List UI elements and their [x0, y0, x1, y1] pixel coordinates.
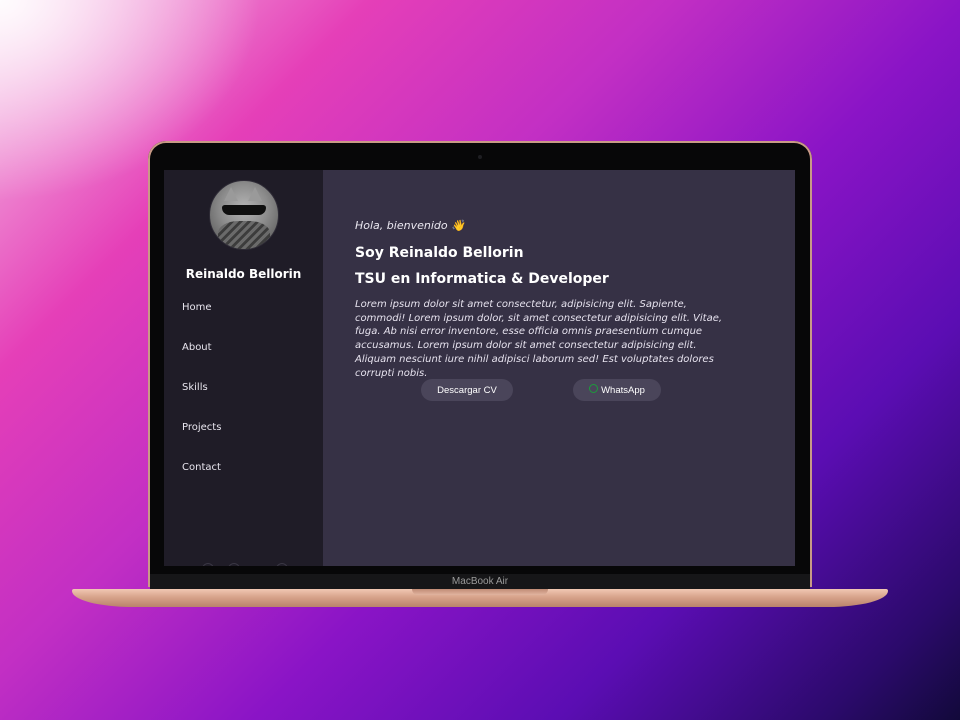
whatsapp-label: WhatsApp [601, 384, 645, 396]
nav-about[interactable]: About [182, 342, 221, 382]
main-content: Hola, bienvenido 👋 Soy Reinaldo Bellorin… [323, 170, 795, 566]
nav-projects[interactable]: Projects [182, 422, 221, 462]
avatar-ear-right [248, 187, 262, 201]
whatsapp-button[interactable]: WhatsApp [573, 379, 661, 401]
avatar [209, 180, 279, 250]
webcam [478, 155, 482, 159]
laptop-screen: Reinaldo Bellorin Home About Skills Proj… [164, 170, 795, 566]
avatar-body [218, 221, 270, 249]
greeting-text: Hola, bienvenido 👋 [355, 219, 465, 232]
social-icon-3[interactable] [276, 563, 288, 566]
sidebar-nav: Home About Skills Projects Contact [182, 302, 221, 502]
download-cv-button[interactable]: Descargar CV [421, 379, 513, 401]
social-icon-1[interactable] [202, 563, 214, 566]
nav-contact[interactable]: Contact [182, 462, 221, 502]
nav-skills[interactable]: Skills [182, 382, 221, 422]
intro-paragraph: Lorem ipsum dolor sit amet consectetur, … [355, 299, 723, 379]
nav-home[interactable]: Home [182, 302, 221, 342]
hero-name: Soy Reinaldo Bellorin [355, 245, 524, 261]
laptop-base [72, 589, 888, 607]
macbook-label: MacBook Air [451, 576, 509, 587]
whatsapp-icon [589, 383, 599, 393]
sidebar: Reinaldo Bellorin Home About Skills Proj… [164, 170, 323, 566]
profile-name: Reinaldo Bellorin [185, 267, 302, 281]
laptop-notch [412, 589, 548, 595]
laptop-chin: MacBook Air [150, 574, 810, 590]
hero-role: TSU en Informatica & Developer [355, 271, 609, 287]
social-icon-2[interactable] [228, 563, 240, 566]
download-cv-label: Descargar CV [437, 384, 497, 396]
avatar-ear-left [224, 187, 238, 201]
avatar-sunglasses [222, 205, 266, 215]
